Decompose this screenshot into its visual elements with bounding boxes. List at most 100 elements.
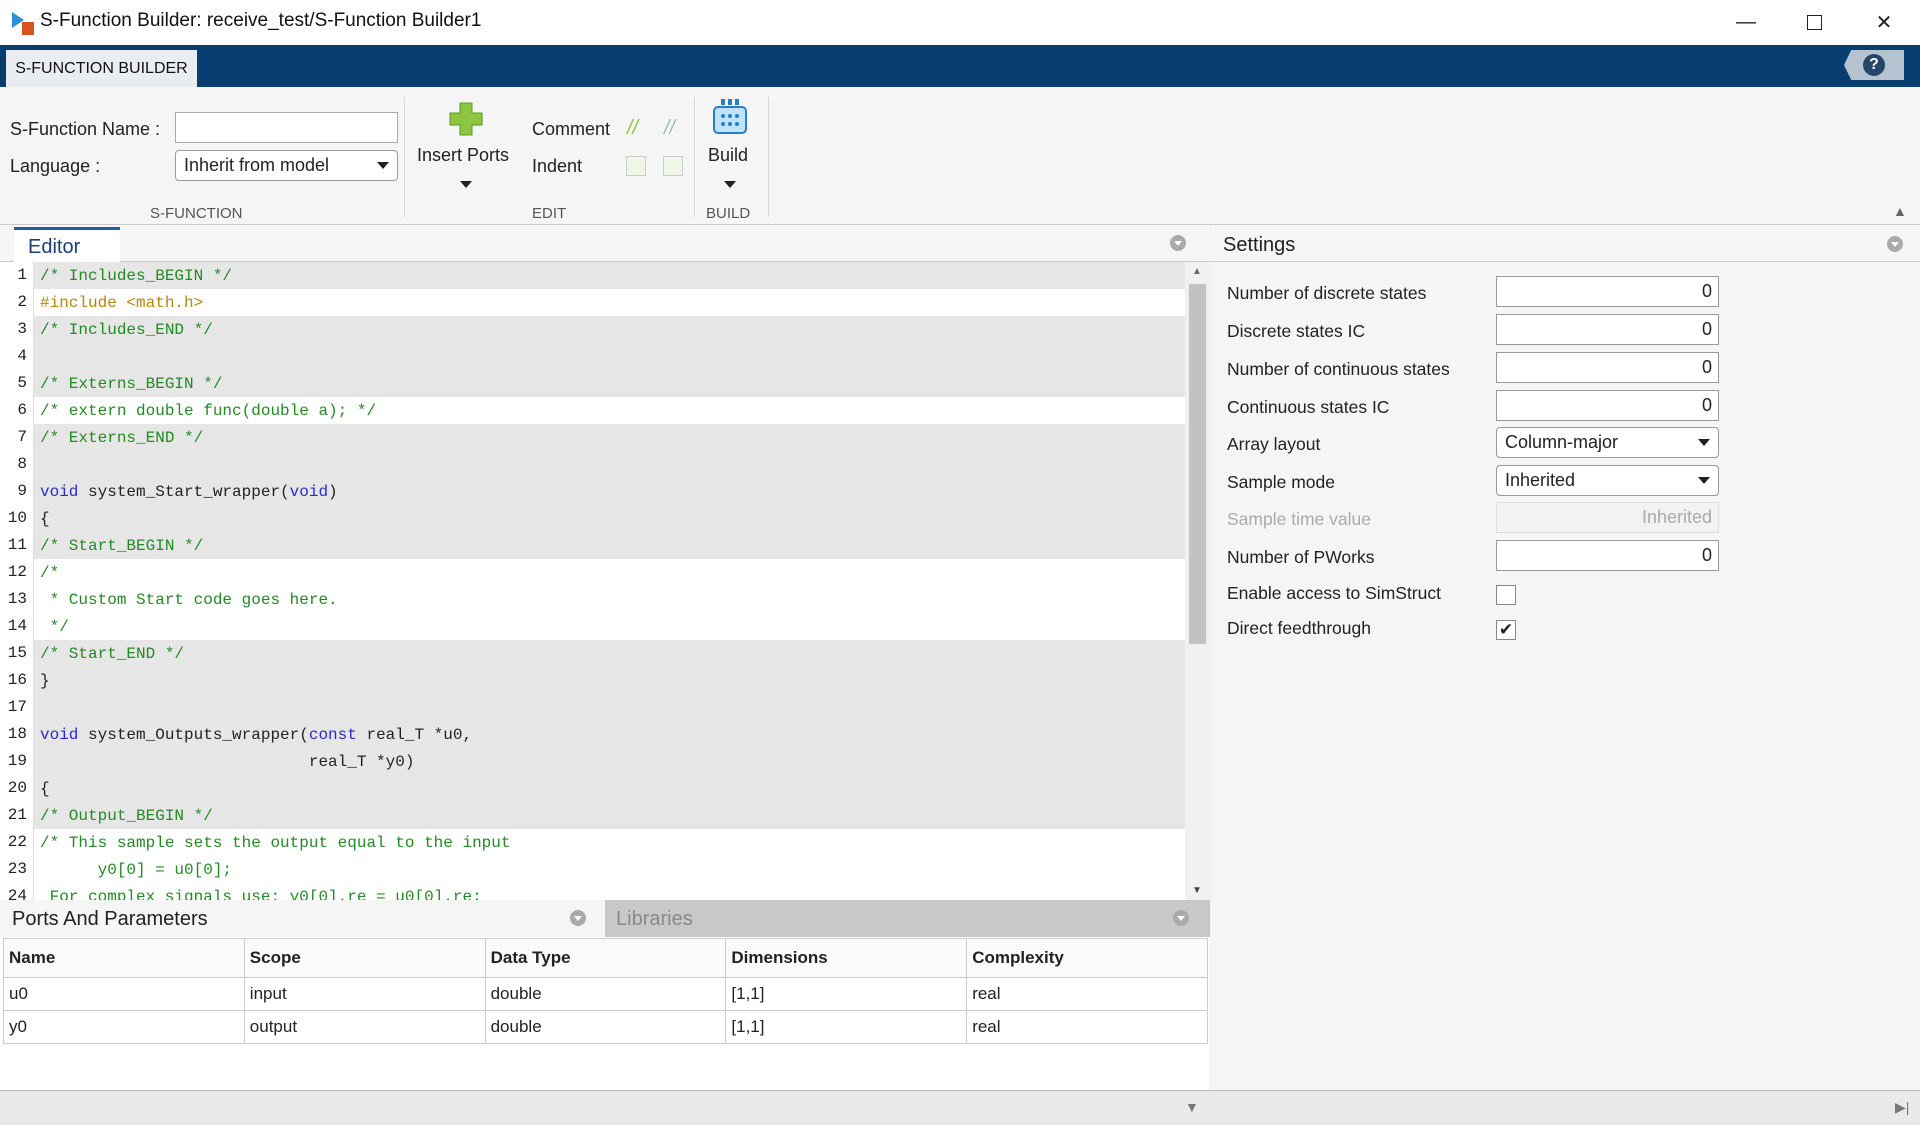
sample-time-input: Inherited: [1496, 502, 1719, 533]
code-line[interactable]: 1 /* Includes_BEGIN */: [0, 262, 1185, 289]
scrollbar-thumb[interactable]: [1189, 284, 1206, 644]
code-line[interactable]: 23 y0[0] = u0[0];: [0, 856, 1185, 883]
maximize-icon: [1806, 15, 1822, 30]
table-cell[interactable]: double: [484, 977, 727, 1011]
sample-mode-dropdown[interactable]: Inherited: [1496, 465, 1719, 496]
scroll-down-icon[interactable]: ▼: [1192, 885, 1202, 896]
line-number: 11: [0, 532, 34, 559]
settings-title: Settings: [1211, 225, 1920, 262]
feedthrough-checkbox[interactable]: ✔: [1496, 620, 1516, 640]
code-line[interactable]: 13 * Custom Start code goes here.: [0, 586, 1185, 613]
column-header[interactable]: Name: [3, 938, 245, 978]
column-header[interactable]: Complexity: [966, 938, 1208, 978]
table-cell[interactable]: [1,1]: [725, 1010, 968, 1044]
column-header[interactable]: Scope: [243, 938, 486, 978]
table-cell[interactable]: input: [243, 977, 486, 1011]
code-line[interactable]: 24 For complex signals use: y0[0].re = u…: [0, 883, 1185, 900]
panel-options-icon[interactable]: [1170, 235, 1186, 251]
panel-options-icon[interactable]: [1887, 236, 1903, 252]
code-line[interactable]: 10 {: [0, 505, 1185, 532]
code-line[interactable]: 16}: [0, 667, 1185, 694]
code-line[interactable]: 9 void system_Start_wrapper(void): [0, 478, 1185, 505]
language-dropdown[interactable]: Inherit from model: [175, 150, 398, 181]
panel-options-icon[interactable]: [570, 910, 586, 926]
code-token: /* Externs_END */: [40, 428, 204, 447]
table-cell[interactable]: real: [966, 1010, 1208, 1044]
tab-sfunction-builder[interactable]: S-FUNCTION BUILDER: [6, 50, 197, 87]
line-number: 5: [0, 370, 34, 397]
discrete-states-input[interactable]: 0: [1496, 276, 1719, 307]
table-cell[interactable]: real: [966, 977, 1208, 1011]
code-line[interactable]: 18 void system_Outputs_wrapper(const real…: [0, 721, 1185, 748]
tab-editor[interactable]: Editor: [14, 227, 120, 262]
line-number: 20: [0, 775, 34, 802]
panel-options-icon[interactable]: [1173, 910, 1189, 926]
code-line[interactable]: 2 #include <math.h>: [0, 289, 1185, 316]
discrete-ic-input[interactable]: 0: [1496, 314, 1719, 345]
tab-libraries[interactable]: Libraries: [616, 908, 693, 931]
chevron-down-icon: [460, 181, 472, 188]
simstruct-checkbox[interactable]: [1496, 585, 1516, 605]
scroll-up-icon[interactable]: ▲: [1192, 266, 1202, 277]
table-cell[interactable]: y0: [3, 1010, 245, 1044]
code-text: /* This sample sets the output equal to …: [34, 834, 510, 852]
close-icon: ✕: [1875, 12, 1893, 34]
code-line[interactable]: 3 /* Includes_END */: [0, 316, 1185, 343]
array-layout-dropdown[interactable]: Column-major: [1496, 427, 1719, 458]
code-token: /* Includes_BEGIN */: [40, 266, 233, 285]
table-cell[interactable]: double: [484, 1010, 727, 1044]
sample-time-label: Sample time value: [1227, 509, 1371, 529]
code-line[interactable]: 17: [0, 694, 1185, 721]
code-line[interactable]: 8: [0, 451, 1185, 478]
unindent-icon[interactable]: [663, 156, 683, 176]
app-tab-strip: S-FUNCTION BUILDER ?: [0, 45, 1920, 87]
help-button[interactable]: ?: [1844, 50, 1904, 80]
line-number: 18: [0, 721, 34, 748]
table-row[interactable]: y0 output double [1,1] real: [3, 1010, 1208, 1044]
code-line[interactable]: 11 /* Start_BEGIN */: [0, 532, 1185, 559]
column-header[interactable]: Data Type: [484, 938, 727, 978]
uncomment-icon[interactable]: //: [664, 117, 675, 140]
close-button[interactable]: ✕: [1850, 0, 1918, 45]
code-line[interactable]: 15 /* Start_END */: [0, 640, 1185, 667]
minimize-button[interactable]: —: [1712, 0, 1780, 45]
column-header[interactable]: Dimensions: [725, 938, 968, 978]
line-number: 15: [0, 640, 34, 667]
code-line[interactable]: 7 /* Externs_END */: [0, 424, 1185, 451]
table-cell[interactable]: output: [243, 1010, 486, 1044]
sfunction-name-input[interactable]: [175, 112, 398, 143]
tab-ports-and-parameters[interactable]: Ports And Parameters: [0, 900, 605, 937]
code-token: ): [328, 482, 338, 501]
code-line[interactable]: 19 real_T *y0): [0, 748, 1185, 775]
code-line[interactable]: 6 /* extern double func(double a); */: [0, 397, 1185, 424]
code-line[interactable]: 22 /* This sample sets the output equal t…: [0, 829, 1185, 856]
code-line[interactable]: 21 /* Output_BEGIN */: [0, 802, 1185, 829]
collapse-side-icon[interactable]: ▶|: [1895, 1099, 1909, 1116]
maximize-button[interactable]: [1780, 0, 1848, 45]
continuous-ic-input[interactable]: 0: [1496, 390, 1719, 421]
code-line[interactable]: 12 /*: [0, 559, 1185, 586]
comment-icon[interactable]: //: [627, 117, 638, 140]
table-row[interactable]: u0 input double [1,1] real: [3, 977, 1208, 1011]
table-cell[interactable]: u0: [3, 977, 245, 1011]
pworks-input[interactable]: 0: [1496, 540, 1719, 571]
code-line[interactable]: 14 */: [0, 613, 1185, 640]
sample-mode-label: Sample mode: [1227, 472, 1335, 492]
code-line[interactable]: 4: [0, 343, 1185, 370]
continuous-states-input[interactable]: 0: [1496, 352, 1719, 383]
code-line[interactable]: 5 /* Externs_BEGIN */: [0, 370, 1185, 397]
collapse-toolstrip-icon[interactable]: ▲: [1893, 203, 1907, 219]
plus-icon: [449, 102, 483, 136]
insert-ports-button[interactable]: Insert Ports: [412, 101, 520, 201]
code-line[interactable]: 20 {: [0, 775, 1185, 802]
editor-scrollbar[interactable]: ▲ ▼: [1185, 262, 1210, 900]
table-cell[interactable]: [1,1]: [725, 977, 968, 1011]
build-button[interactable]: Build: [700, 99, 760, 199]
indent-icon[interactable]: [626, 156, 646, 176]
line-number: 13: [0, 586, 34, 613]
code-editor[interactable]: 1 /* Includes_BEGIN */ 2 #include <math.h> 3…: [0, 262, 1185, 900]
continuous-ic-label: Continuous states IC: [1227, 397, 1390, 417]
continuous-states-label: Number of continuous states: [1227, 359, 1450, 379]
build-icon: [713, 99, 747, 134]
expand-panel-icon[interactable]: ▼: [1185, 1099, 1199, 1115]
